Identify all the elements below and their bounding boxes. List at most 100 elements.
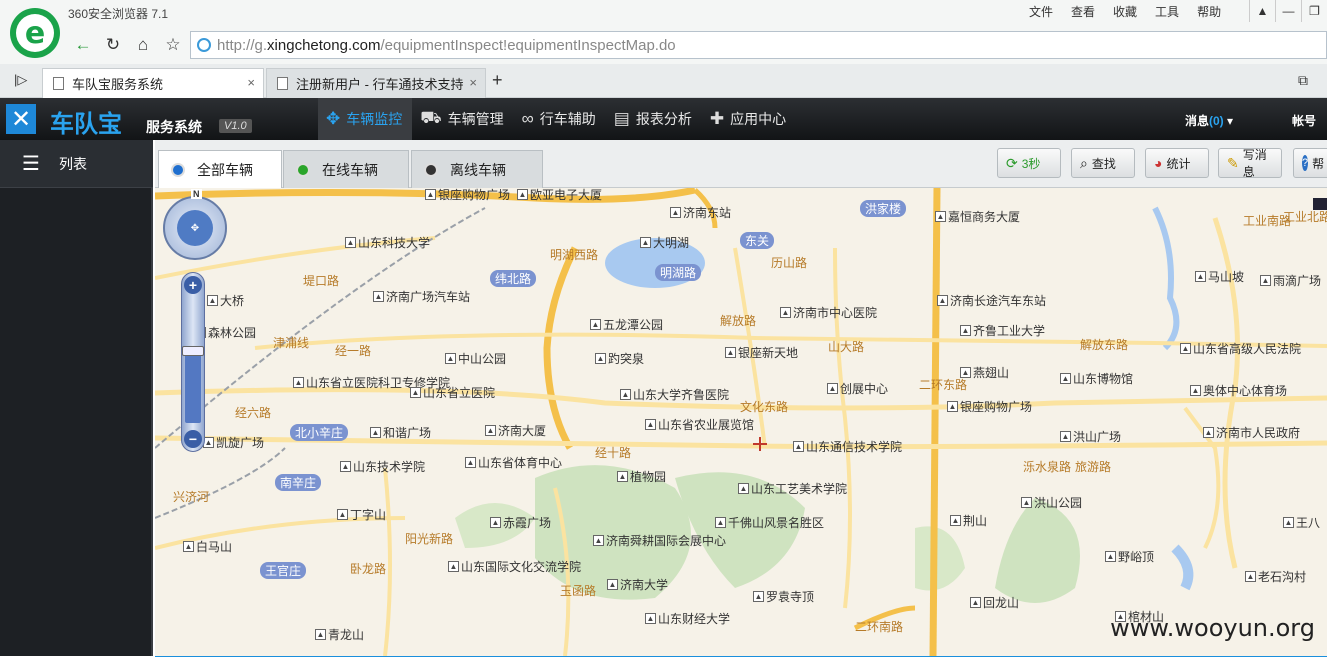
- map-road-label: 旅游路: [1075, 458, 1111, 475]
- map-road-label: 津浦线: [273, 334, 309, 351]
- menu-tools[interactable]: 工具: [1146, 3, 1188, 20]
- messages-menu[interactable]: 消息(0) ▾: [1185, 112, 1233, 129]
- new-tab-button[interactable]: +: [492, 70, 503, 91]
- report-icon: ▤: [614, 109, 630, 129]
- tab-online-vehicles[interactable]: 在线车辆: [283, 150, 409, 188]
- browser-navbar: ← ↻ ⌂ ☆ http://g.xingchetong.com/equipme…: [0, 28, 1327, 64]
- map-zoom-slider[interactable]: + −: [181, 272, 205, 452]
- map-label-text: 回龙山: [983, 594, 1019, 611]
- address-bar[interactable]: http://g.xingchetong.com/equipmentInspec…: [190, 31, 1327, 59]
- search-button[interactable]: ⌕查找: [1071, 148, 1135, 178]
- map-poi-label: ▲济南舜耕国际会展中心: [593, 532, 726, 549]
- poi-marker-icon: ▲: [617, 471, 628, 482]
- restore-tabs-icon[interactable]: ⧉: [1298, 72, 1308, 89]
- refresh-interval-button[interactable]: ⟳3秒: [997, 148, 1061, 178]
- tab-fleet-system[interactable]: 车队宝服务系统 ×: [42, 68, 264, 98]
- map-label-text: 山东省农业展览馆: [658, 416, 754, 433]
- map-canvas[interactable]: ▲济南东站▲欧亚电子大厦▲银座购物广场▲山东科技大学▲大明湖洪家楼▲嘉恒商务大厦…: [155, 188, 1327, 656]
- map-poi-label: ▲青龙山: [315, 626, 364, 643]
- map-pan-control[interactable]: N ✥: [163, 196, 227, 260]
- map-label-text: 堤口路: [303, 272, 339, 289]
- map-poi-label: ▲荆山: [950, 512, 987, 529]
- nav-vehicle-monitoring[interactable]: ✥车辆监控: [318, 98, 412, 140]
- map-poi-label: ▲山东工艺美术学院: [738, 480, 847, 497]
- tab-register[interactable]: 注册新用户 - 行车通技术支持 ×: [266, 68, 486, 98]
- map-poi-label: ▲欧亚电子大厦: [517, 188, 602, 203]
- map-road-label: 泺水泉路: [1023, 458, 1071, 475]
- menu-file[interactable]: 文件: [1020, 3, 1062, 20]
- tab-all-vehicles[interactable]: 全部车辆: [158, 150, 282, 188]
- maximize-icon[interactable]: ❐: [1301, 0, 1327, 22]
- map-label-text: 青龙山: [328, 626, 364, 643]
- tab-offline-vehicles[interactable]: 离线车辆: [411, 150, 543, 188]
- minimize-icon[interactable]: —: [1275, 0, 1301, 22]
- close-tab-icon[interactable]: ×: [247, 75, 255, 90]
- map-label-text: 趵突泉: [608, 350, 644, 367]
- map-road-label: 堤口路: [303, 272, 339, 289]
- map-label-text: 旅游路: [1075, 458, 1111, 475]
- refresh-page-icon[interactable]: ↻: [100, 32, 126, 58]
- tab-title: 车队宝服务系统: [72, 74, 163, 93]
- map-label-text: 山东国际文化交流学院: [461, 558, 581, 575]
- map-label-text: 解放路: [720, 312, 756, 329]
- poi-marker-icon: ▲: [1060, 431, 1071, 442]
- map-poi-label: ▲山东技术学院: [340, 458, 425, 475]
- map-road-label: 解放路: [720, 312, 756, 329]
- home-icon[interactable]: ⌂: [130, 32, 156, 58]
- sidebar-toggle-icon[interactable]: |▷: [14, 72, 27, 88]
- write-message-button[interactable]: ✎写消息: [1218, 148, 1282, 178]
- close-tab-icon[interactable]: ×: [469, 75, 477, 90]
- poi-marker-icon: ▲: [937, 295, 948, 306]
- poi-marker-icon: ▲: [373, 291, 384, 302]
- map-label-text: 济南舜耕国际会展中心: [606, 532, 726, 549]
- help-button[interactable]: ?帮: [1293, 148, 1327, 178]
- map-label-text: 济南大厦: [498, 422, 546, 439]
- map-poi-label: ▲山东国际文化交流学院: [448, 558, 581, 575]
- map-label-text: 山大路: [828, 338, 864, 355]
- poi-marker-icon: ▲: [517, 189, 528, 200]
- map-poi-label: ▲马山坡: [1195, 268, 1244, 285]
- map-label-text: 森林公园: [208, 324, 256, 341]
- nav-app-center[interactable]: ✚应用中心: [702, 98, 796, 140]
- star-icon[interactable]: ☆: [160, 32, 186, 58]
- sidebar-item-list[interactable]: ☰ 列表: [0, 140, 153, 188]
- map-road-label: 经十路: [595, 444, 631, 461]
- zoom-handle[interactable]: [182, 346, 204, 356]
- skin-icon[interactable]: ▲: [1249, 0, 1275, 22]
- account-menu[interactable]: 帐号: [1292, 112, 1316, 129]
- statistics-button[interactable]: ◕统计: [1145, 148, 1209, 178]
- zoom-in-button[interactable]: +: [184, 276, 202, 294]
- poi-marker-icon: ▲: [753, 591, 764, 602]
- map-label-text: 山东大学齐鲁医院: [633, 386, 729, 403]
- nav-report-analysis[interactable]: ▤报表分析: [606, 98, 702, 140]
- map-road-label: 经一路: [335, 342, 371, 359]
- map-label-text: 马山坡: [1208, 268, 1244, 285]
- menu-favorites[interactable]: 收藏: [1104, 3, 1146, 20]
- back-icon[interactable]: ←: [70, 32, 96, 58]
- poi-marker-icon: ▲: [670, 207, 681, 218]
- zoom-out-button[interactable]: −: [184, 430, 202, 448]
- map-label-text: 创展中心: [840, 380, 888, 397]
- site-security-icon: [197, 38, 211, 52]
- map-poi-label: ▲山东省农业展览馆: [645, 416, 754, 433]
- nav-driving-assist[interactable]: ∞行车辅助: [514, 98, 606, 140]
- map-poi-label: ▲山东财经大学: [645, 610, 730, 627]
- map-poi-label: ▲丁字山: [337, 506, 386, 523]
- map-poi-label: ▲王八: [1283, 514, 1320, 531]
- map-label-text: 东关: [745, 232, 769, 249]
- nav-vehicle-management[interactable]: ⛟车辆管理: [412, 98, 513, 140]
- poi-marker-icon: ▲: [950, 515, 961, 526]
- menu-view[interactable]: 查看: [1062, 3, 1104, 20]
- status-dot-icon: [424, 163, 438, 177]
- menu-help[interactable]: 帮助: [1188, 3, 1230, 20]
- map-label-text: 南辛庄: [280, 474, 316, 491]
- brand-name: 车队宝: [50, 104, 122, 139]
- link-icon: ∞: [522, 109, 534, 129]
- map-road-label: 文化东路: [740, 398, 788, 415]
- page-icon: [53, 77, 64, 90]
- map-label-text: 山东省立医院: [423, 384, 495, 401]
- map-label-text: 历山路: [771, 254, 807, 271]
- map-poi-label: ▲济南市中心医院: [780, 304, 877, 321]
- map-label-text: 山东通信技术学院: [806, 438, 902, 455]
- poi-marker-icon: ▲: [1060, 373, 1071, 384]
